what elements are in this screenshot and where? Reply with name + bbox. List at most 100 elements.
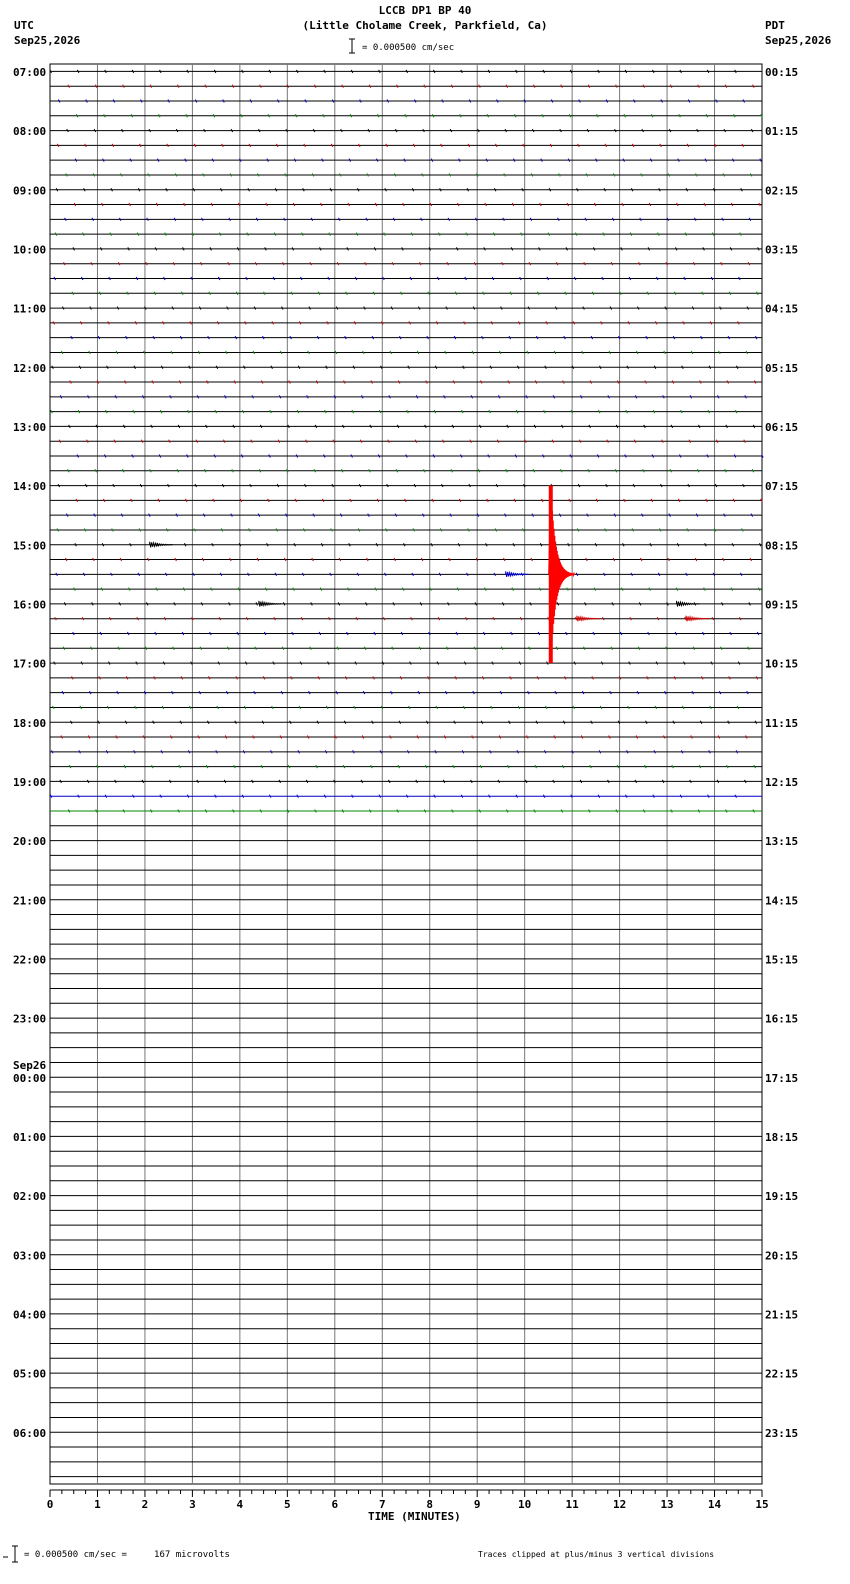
noise-tick [377,454,381,458]
noise-tick [148,128,151,133]
noise-tick [753,380,757,384]
noise-tick [205,764,209,769]
noise-tick [150,809,153,813]
noise-tick [664,690,667,695]
noise-tick [717,395,720,399]
noise-tick [624,69,628,74]
noise-tick [237,587,241,591]
noise-tick [486,498,489,503]
noise-tick [51,750,54,754]
noise-tick [111,143,115,148]
noise-tick [339,513,343,517]
noise-tick [412,528,415,532]
noise-tick [478,809,481,813]
noise-tick [120,513,124,517]
noise-tick [647,247,651,251]
noise-tick [701,291,704,295]
noise-tick [85,99,88,103]
left-hour-label: 06:00 [13,1427,46,1440]
noise-tick [741,528,744,532]
noise-tick [135,661,138,665]
noise-tick [302,528,306,532]
noise-tick [541,114,544,118]
noise-tick [346,631,349,636]
noise-tick [278,395,282,399]
noise-tick [255,217,259,222]
noise-tick [547,232,551,236]
noise-tick [162,661,166,665]
noise-tick [240,114,243,118]
noise-tick [290,676,293,680]
noise-tick [340,128,343,133]
noise-tick [515,69,518,74]
noise-tick [678,114,681,118]
noise-tick [493,188,497,192]
noise-tick [460,794,464,798]
noise-tick [361,735,365,739]
noise-tick [678,498,681,503]
noise-tick [734,794,737,798]
noise-tick [163,276,166,281]
noise-tick [121,128,124,133]
noise-tick [145,261,148,266]
noise-tick [612,173,616,177]
noise-tick [699,380,702,384]
noise-tick [215,750,218,754]
noise-tick [630,572,633,577]
noise-tick [212,498,215,503]
noise-tick [335,306,339,310]
noise-tick [259,84,262,88]
noise-tick [403,158,406,162]
noise-tick [170,735,173,739]
noise-tick [256,557,259,562]
noise-tick [146,217,149,222]
noise-tick [683,661,686,665]
noise-tick [727,335,731,340]
noise-tick [254,261,258,266]
noise-tick [484,587,487,591]
noise-tick [706,454,709,458]
noise-tick [747,646,750,650]
noise-tick [308,690,311,695]
noise-tick [627,705,630,710]
noise-tick [246,232,249,236]
noise-tick [642,469,645,473]
noise-tick [178,380,182,384]
noise-tick [209,631,212,636]
noise-tick [382,276,385,281]
noise-tick [649,158,653,162]
noise-tick [272,276,276,281]
noise-tick [607,395,610,399]
noise-tick [344,335,347,340]
noise-tick [650,114,654,118]
noise-tick [437,276,440,281]
noise-tick [311,557,314,562]
footer-scale-icon [2,1545,22,1563]
noise-tick [538,587,542,591]
noise-tick [352,750,355,754]
noise-tick [608,735,611,739]
noise-tick [489,750,492,754]
noise-tick [273,616,276,621]
noise-tick [386,99,390,103]
noise-tick [141,779,145,784]
noise-tick [231,469,234,473]
noise-tick [396,424,400,429]
noise-tick [84,143,87,148]
noise-tick [314,809,317,813]
seismogram-plot: 07:00 08:00 09:00 10:00 11:00 12:00 13:00 14:00… [13,63,798,1511]
noise-tick [277,99,280,103]
noise-tick [64,557,68,562]
noise-tick [603,572,606,577]
noise-tick [407,750,410,754]
noise-tick [198,690,201,695]
noise-tick [82,572,86,577]
noise-tick [322,114,325,118]
noise-tick [562,720,566,724]
noise-tick [186,69,189,74]
noise-tick [235,291,239,295]
noise-tick [710,661,713,665]
noise-tick [313,469,316,473]
noise-tick [409,276,413,281]
noise-tick [389,735,392,739]
